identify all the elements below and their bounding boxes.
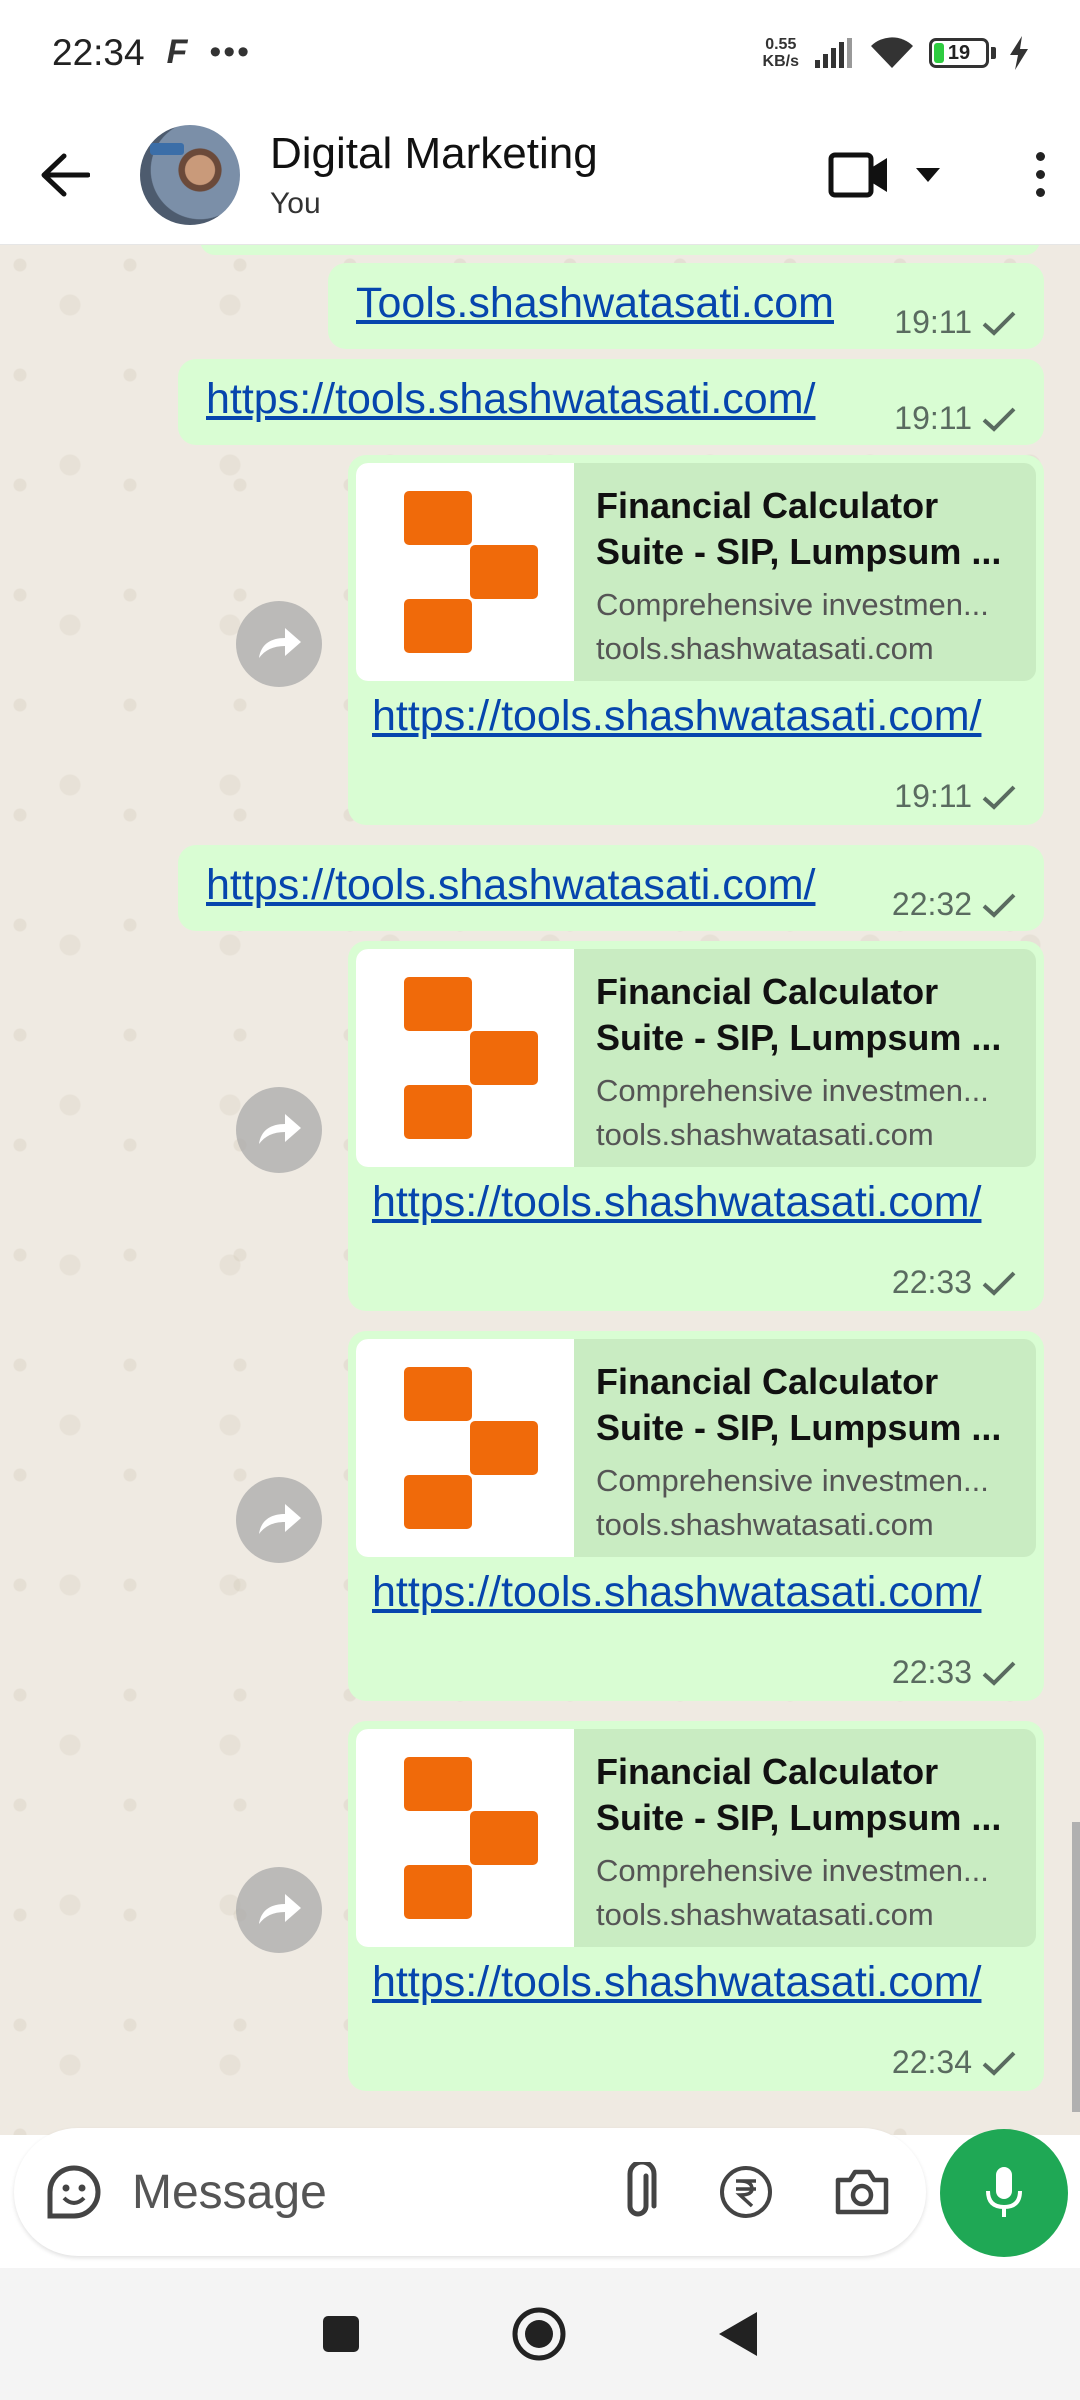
message-composer (14, 2128, 926, 2256)
message-link[interactable]: https://tools.shashwatasati.com/ (206, 375, 815, 424)
network-speed: 0.55 KB/s (763, 36, 799, 70)
message-link[interactable]: https://tools.shashwatasati.com/ (372, 691, 1002, 741)
chat-header: Digital Marketing You (0, 105, 1080, 245)
message-link[interactable]: Tools.shashwatasati.com (356, 279, 834, 328)
forward-button[interactable] (236, 1087, 322, 1173)
battery-percent: 19 (947, 41, 971, 64)
signal-icon (815, 37, 852, 68)
chat-subtitle: You (270, 186, 321, 220)
battery-icon: 19 (929, 37, 989, 68)
link-preview[interactable]: Financial Calculator Suite - SIP, Lumpsu… (356, 1729, 1036, 1947)
check-icon (982, 1271, 1016, 1296)
check-icon (982, 893, 1016, 918)
recents-button[interactable] (321, 2314, 361, 2354)
sticker-icon[interactable] (44, 2162, 104, 2222)
arrow-left-icon (41, 153, 90, 196)
chat-title: Digital Marketing (270, 128, 598, 178)
status-bar: 22:34 F ••• 0.55 KB/s 19 (0, 0, 1080, 105)
link-preview-domain: tools.shashwatasati.com (596, 631, 934, 666)
chat-area[interactable]: Tools.shashwatasati.com 19:11 https://to… (0, 245, 1080, 2135)
check-icon (982, 407, 1016, 432)
back-button[interactable] (30, 140, 100, 210)
message-link[interactable]: https://tools.shashwatasati.com/ (206, 861, 815, 910)
link-preview-description: Comprehensive investmen... (596, 1463, 989, 1498)
chevron-down-icon (916, 167, 940, 182)
forward-icon (259, 1504, 301, 1534)
rupee-icon[interactable] (718, 2164, 774, 2220)
more-options-button[interactable] (1030, 152, 1050, 197)
status-left: 22:34 F ••• (52, 32, 251, 74)
mic-button[interactable] (940, 2129, 1068, 2257)
message-link[interactable]: https://tools.shashwatasati.com/ (372, 1567, 1002, 1617)
scrollbar-thumb[interactable] (1072, 1822, 1080, 2112)
message-bubble-link-preview[interactable]: Financial Calculator Suite - SIP, Lumpsu… (348, 1721, 1044, 2091)
link-preview[interactable]: Financial Calculator Suite - SIP, Lumpsu… (356, 949, 1036, 1167)
message-time: 19:11 (894, 778, 972, 814)
forward-icon (259, 628, 301, 658)
link-preview[interactable]: Financial Calculator Suite - SIP, Lumpsu… (356, 1339, 1036, 1557)
microphone-icon (986, 2167, 1022, 2217)
status-right: 0.55 KB/s 19 (763, 35, 1028, 70)
link-preview-title: Financial Calculator Suite - SIP, Lumpsu… (596, 971, 1002, 1058)
message-time: 22:33 (891, 1264, 972, 1300)
link-preview-logo (356, 1339, 574, 1557)
link-preview-description: Comprehensive investmen... (596, 587, 989, 622)
message-bubble[interactable]: https://tools.shashwatasati.com/ 22:32 (178, 845, 1044, 931)
check-icon (982, 785, 1016, 810)
link-preview-description: Comprehensive investmen... (596, 1853, 989, 1888)
link-preview-title: Financial Calculator Suite - SIP, Lumpsu… (596, 1751, 1002, 1838)
link-preview-domain: tools.shashwatasati.com (596, 1507, 934, 1542)
network-speed-unit: KB/s (762, 52, 799, 70)
status-time: 22:34 (52, 31, 145, 73)
system-nav-bar (0, 2268, 1080, 2400)
forward-button[interactable] (236, 1477, 322, 1563)
header-actions (818, 142, 1050, 208)
home-button[interactable] (511, 2306, 567, 2362)
link-preview-logo (356, 949, 574, 1167)
app-notification-icon: F (166, 33, 188, 71)
forward-icon (259, 1894, 301, 1924)
link-preview-domain: tools.shashwatasati.com (596, 1897, 934, 1932)
message-time: 22:34 (891, 2044, 972, 2080)
avatar[interactable] (140, 124, 240, 225)
link-preview-logo (356, 463, 574, 681)
message-link[interactable]: https://tools.shashwatasati.com/ (372, 1957, 1002, 2007)
message-time: 22:32 (891, 886, 972, 922)
check-icon (982, 2051, 1016, 2076)
link-preview-domain: tools.shashwatasati.com (596, 1117, 934, 1152)
check-icon (982, 1661, 1016, 1686)
link-preview-title: Financial Calculator Suite - SIP, Lumpsu… (596, 485, 1002, 572)
link-preview-title: Financial Calculator Suite - SIP, Lumpsu… (596, 1361, 1002, 1448)
back-nav-button[interactable] (717, 2310, 759, 2358)
message-bubble-partial (200, 245, 1040, 255)
video-call-button[interactable] (818, 142, 950, 208)
message-bubble[interactable]: https://tools.shashwatasati.com/ 19:11 (178, 359, 1044, 445)
message-bubble-link-preview[interactable]: Financial Calculator Suite - SIP, Lumpsu… (348, 1331, 1044, 1701)
camera-icon[interactable] (834, 2168, 890, 2216)
forward-button[interactable] (236, 1867, 322, 1953)
contact-info[interactable]: Digital Marketing You (270, 129, 598, 221)
link-preview-description: Comprehensive investmen... (596, 1073, 989, 1108)
video-camera-icon (828, 152, 887, 197)
message-bubble[interactable]: Tools.shashwatasati.com 19:11 (328, 263, 1044, 349)
message-time: 22:33 (891, 1654, 972, 1690)
link-preview[interactable]: Financial Calculator Suite - SIP, Lumpsu… (356, 463, 1036, 681)
message-link[interactable]: https://tools.shashwatasati.com/ (372, 1177, 1002, 1227)
wifi-icon (871, 36, 913, 68)
message-bubble-link-preview[interactable]: Financial Calculator Suite - SIP, Lumpsu… (348, 941, 1044, 1311)
more-notifications-icon: ••• (209, 33, 252, 71)
check-icon (982, 311, 1016, 336)
message-time: 19:11 (894, 304, 972, 340)
charging-icon (1010, 35, 1028, 70)
message-time: 19:11 (894, 400, 972, 436)
link-preview-logo (356, 1729, 574, 1947)
message-bubble-link-preview[interactable]: Financial Calculator Suite - SIP, Lumpsu… (348, 455, 1044, 825)
message-input[interactable] (132, 2164, 552, 2220)
paperclip-icon[interactable] (618, 2162, 658, 2222)
network-speed-value: 0.55 (765, 35, 797, 53)
forward-button[interactable] (236, 601, 322, 687)
forward-icon (259, 1114, 301, 1144)
